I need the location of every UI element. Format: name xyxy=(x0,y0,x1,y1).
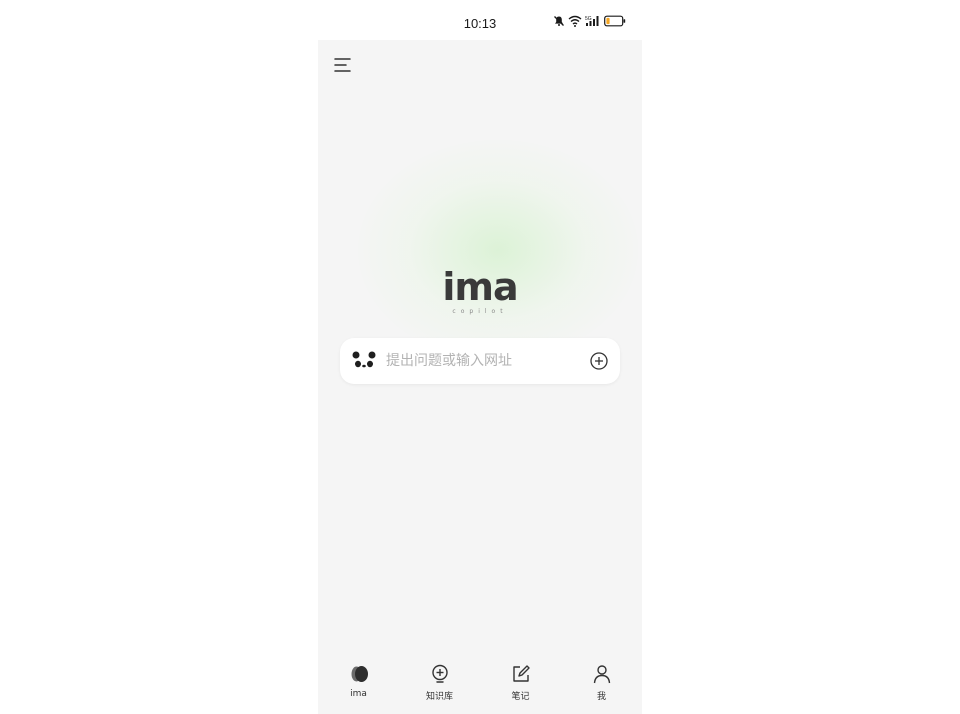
hamburger-menu-icon[interactable] xyxy=(334,56,352,74)
background-glow xyxy=(358,140,638,360)
wifi-icon xyxy=(568,15,582,27)
search-input[interactable] xyxy=(386,350,576,372)
edit-note-icon xyxy=(511,664,531,684)
phone-screen: 10:13 5G ima copilot 提出问题或输入网址 ima 知识库 笔… xyxy=(318,0,642,714)
tab-notes[interactable]: 笔记 xyxy=(480,654,561,714)
logo-tagline: copilot xyxy=(452,308,507,315)
ima-logo-icon xyxy=(349,664,369,684)
tab-me[interactable]: 我 xyxy=(561,654,642,714)
battery-low-icon xyxy=(604,15,626,27)
status-bar: 10:13 5G xyxy=(318,0,642,40)
tab-ima[interactable]: ima xyxy=(318,654,399,714)
add-circle-icon[interactable] xyxy=(590,352,608,370)
bottom-tab-bar: ima 知识库 笔记 我 xyxy=(318,654,642,714)
status-icons: 5G xyxy=(553,15,626,27)
tab-notes-label: 笔记 xyxy=(511,692,530,702)
user-icon xyxy=(592,664,612,684)
search-box[interactable] xyxy=(340,338,620,384)
panda-icon[interactable] xyxy=(352,350,376,370)
logo-brand: ima xyxy=(442,265,517,309)
signal-5g-icon: 5G xyxy=(585,15,601,27)
mute-icon xyxy=(553,15,565,27)
tab-ima-label: ima xyxy=(350,689,367,699)
tab-knowledge-base[interactable]: 知识库 xyxy=(399,654,480,714)
bulb-plus-icon xyxy=(430,664,450,684)
tab-me-label: 我 xyxy=(596,692,606,702)
ima-logo: ima copilot xyxy=(434,264,526,316)
tab-knowledge-base-label: 知识库 xyxy=(425,692,453,702)
